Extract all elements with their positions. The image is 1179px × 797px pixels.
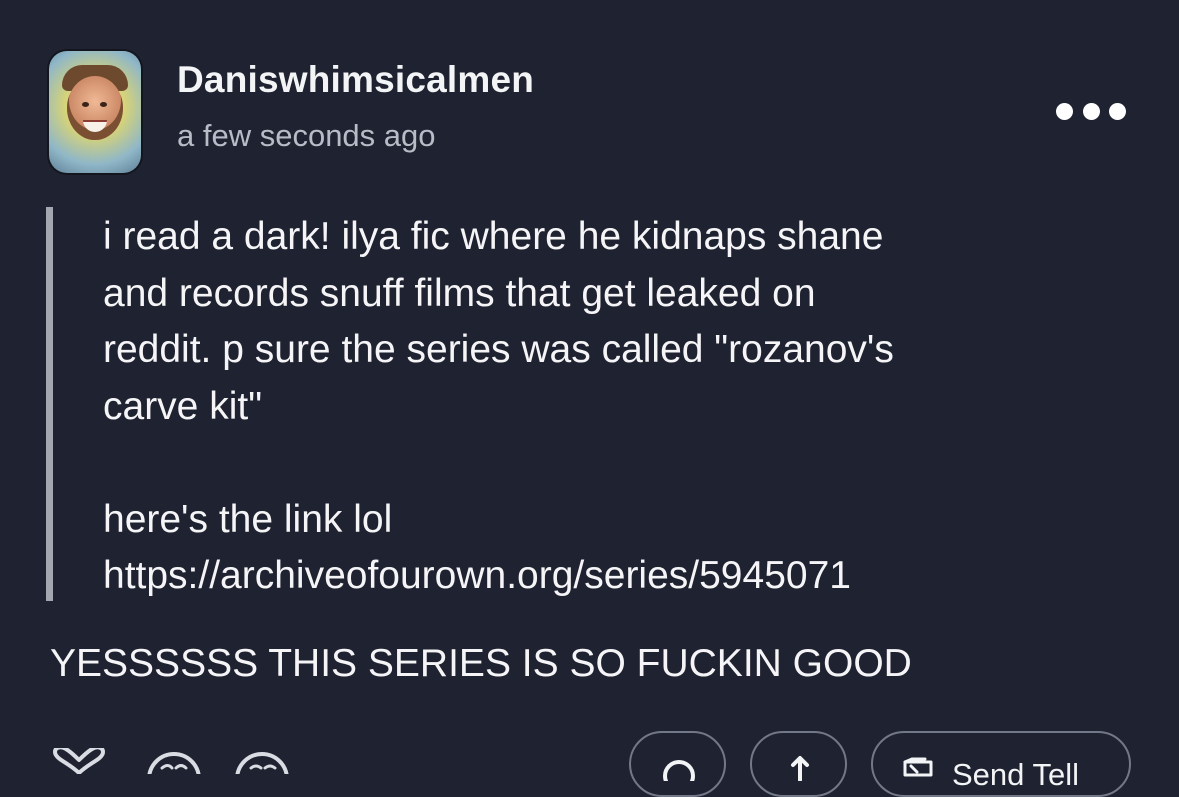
quoted-post-body: i read a dark! ilya fic where he kidnaps… (103, 209, 1153, 605)
reply-text: YESSSSSS THIS SERIES IS SO FUCKIN GOOD (50, 642, 912, 685)
send-tell-label: Send Tell (952, 757, 1079, 792)
more-options-dot-icon (1056, 102, 1073, 120)
share-button[interactable] (750, 731, 847, 797)
more-options-dot-icon (1082, 102, 1100, 120)
smile-reaction-icon[interactable] (233, 750, 291, 774)
quote-line: i read a dark! ilya fic where he kidnaps… (103, 215, 884, 258)
send-tell-icon (903, 757, 933, 777)
quote-line: carve kit" (103, 384, 263, 428)
quote-line: reddit. p sure the series was called "ro… (103, 328, 894, 371)
comment-icon (663, 760, 695, 781)
smile-reaction-icon[interactable] (145, 750, 203, 774)
avatar-left-eye (82, 102, 89, 107)
post-username[interactable]: Daniswhimsicalmen (177, 59, 534, 101)
post-timestamp: a few seconds ago (177, 118, 436, 153)
share-arrow-icon (791, 756, 809, 781)
quote-line: here's the link lol (103, 497, 393, 541)
more-options-button[interactable] (1056, 94, 1126, 128)
quote-line: and records snuff films that get leaked … (103, 271, 816, 315)
avatar-right-eye (100, 102, 107, 107)
send-tell-button[interactable]: Send Tell (871, 731, 1131, 797)
comment-button[interactable] (629, 731, 726, 797)
quote-bar (46, 207, 53, 601)
more-options-dot-icon (1109, 102, 1126, 120)
archive-link[interactable]: https://archiveofourown.org/series/59450… (103, 548, 1153, 605)
heart-icon[interactable] (51, 748, 107, 774)
avatar[interactable] (49, 51, 141, 173)
